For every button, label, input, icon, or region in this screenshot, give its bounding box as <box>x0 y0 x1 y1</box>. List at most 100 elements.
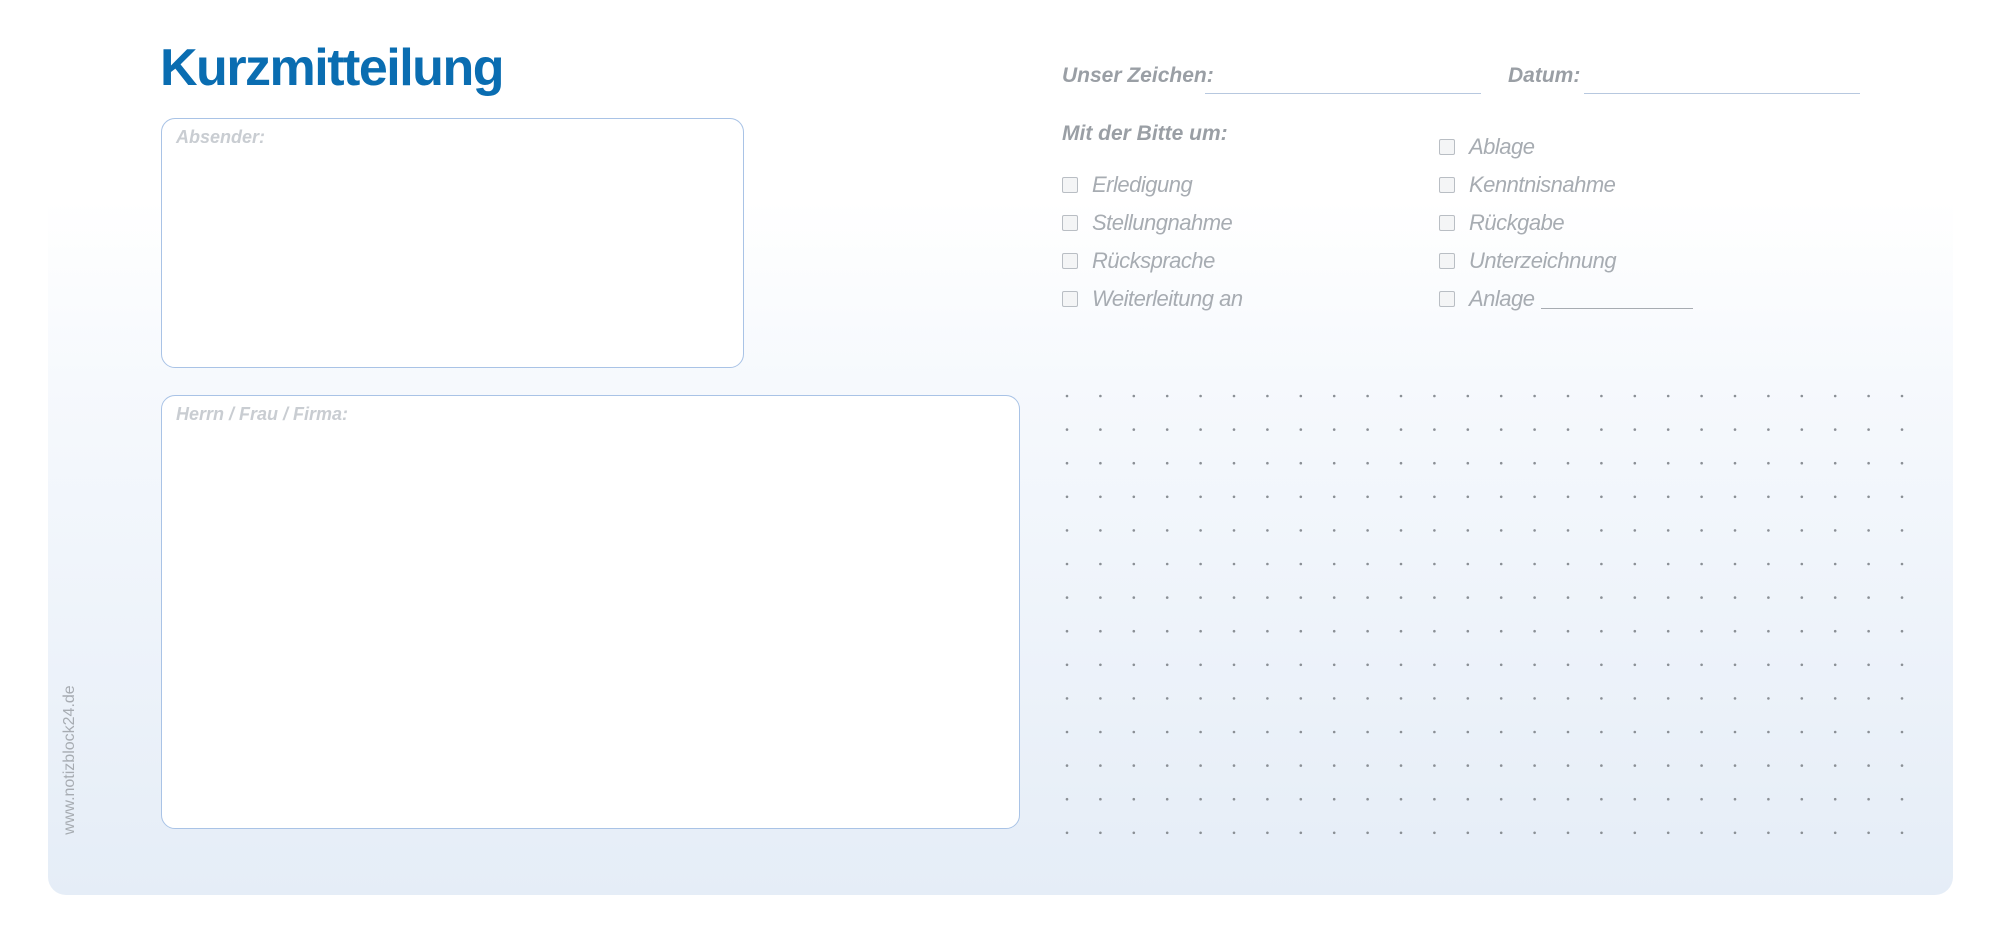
grid-dot <box>1433 394 1436 398</box>
grid-dot <box>1399 428 1403 431</box>
grid-dot <box>1600 697 1603 700</box>
grid-dot <box>1199 529 1202 532</box>
grid-dot <box>1332 529 1336 532</box>
grid-dot <box>1132 562 1136 566</box>
grid-dot <box>1600 764 1603 767</box>
grid-dot <box>1399 461 1403 465</box>
grid-dot <box>1900 629 1904 633</box>
grid-dot <box>1867 663 1870 667</box>
grid-dot <box>1633 562 1637 566</box>
grid-dot <box>1232 730 1236 734</box>
grid-dot <box>1633 831 1637 835</box>
grid-dot <box>1433 831 1436 835</box>
grid-dot <box>1332 697 1336 700</box>
grid-dot <box>1132 730 1136 734</box>
grid-dot <box>1666 663 1670 667</box>
grid-dot <box>1533 596 1536 599</box>
grid-dot <box>1900 831 1904 835</box>
grid-dot <box>1566 596 1570 599</box>
grid-dot <box>1466 697 1470 700</box>
grid-dot <box>1299 730 1303 734</box>
grid-dot <box>1666 697 1670 700</box>
grid-dot <box>1466 394 1470 398</box>
grid-dot <box>1366 562 1369 566</box>
grid-dot <box>1666 428 1670 431</box>
grid-dot <box>1433 797 1436 801</box>
grid-dot <box>1867 529 1870 532</box>
grid-dot <box>1466 461 1470 465</box>
grid-dot <box>1900 663 1904 667</box>
grid-dot <box>1867 428 1870 431</box>
grid-dot <box>1633 730 1637 734</box>
grid-dot <box>1299 797 1303 801</box>
grid-dot <box>1800 495 1804 499</box>
grid-dot <box>1733 697 1737 700</box>
grid-dot <box>1099 596 1102 599</box>
grid-dot <box>1600 831 1603 835</box>
grid-dot <box>1466 529 1470 532</box>
grid-dot <box>1065 730 1069 734</box>
grid-dot <box>1299 831 1303 835</box>
grid-dot <box>1433 697 1436 700</box>
grid-dot <box>1366 529 1369 532</box>
grid-dot <box>1266 394 1269 398</box>
grid-dot <box>1833 529 1837 532</box>
grid-dot <box>1700 697 1703 700</box>
grid-dot <box>1833 663 1837 667</box>
grid-dot <box>1433 529 1436 532</box>
grid-dot <box>1266 562 1269 566</box>
grid-dot <box>1433 730 1436 734</box>
grid-dot <box>1633 394 1637 398</box>
grid-dot <box>1900 697 1904 700</box>
grid-dot <box>1232 764 1236 767</box>
grid-dot <box>1266 596 1269 599</box>
grid-dot <box>1299 495 1303 499</box>
grid-dot <box>1867 394 1870 398</box>
grid-dot <box>1566 428 1570 431</box>
grid-dot <box>1399 495 1403 499</box>
grid-dot <box>1833 394 1837 398</box>
grid-dot <box>1533 629 1536 633</box>
grid-dot <box>1867 730 1870 734</box>
grid-dot <box>1499 663 1503 667</box>
grid-dot <box>1533 428 1536 431</box>
grid-dot <box>1666 831 1670 835</box>
grid-dot <box>1733 764 1737 767</box>
grid-dot <box>1199 663 1202 667</box>
grid-dot <box>1065 629 1069 633</box>
grid-dot <box>1065 663 1069 667</box>
grid-dot <box>1232 495 1236 499</box>
grid-dot <box>1433 428 1436 431</box>
grid-dot <box>1299 629 1303 633</box>
grid-dot <box>1132 831 1136 835</box>
grid-dot <box>1800 831 1804 835</box>
grid-dot <box>1533 562 1536 566</box>
grid-dot <box>1199 596 1202 599</box>
grid-dot <box>1466 831 1470 835</box>
grid-dot <box>1099 495 1102 499</box>
grid-dot <box>1165 764 1169 767</box>
grid-dot <box>1666 529 1670 532</box>
grid-dot <box>1299 764 1303 767</box>
grid-dot <box>1733 596 1737 599</box>
grid-dot <box>1433 663 1436 667</box>
grid-dot <box>1833 428 1837 431</box>
grid-dot <box>1466 495 1470 499</box>
grid-dot <box>1065 697 1069 700</box>
grid-dot <box>1065 529 1069 532</box>
grid-dot <box>1466 428 1470 431</box>
grid-dot <box>1867 495 1870 499</box>
grid-dot <box>1900 562 1904 566</box>
dot-grid[interactable] <box>0 0 2000 943</box>
grid-dot <box>1700 495 1703 499</box>
grid-dot <box>1399 596 1403 599</box>
grid-dot <box>1800 663 1804 667</box>
grid-dot <box>1566 461 1570 465</box>
grid-dot <box>1800 428 1804 431</box>
grid-dot <box>1666 764 1670 767</box>
grid-dot <box>1466 764 1470 767</box>
grid-dot <box>1867 797 1870 801</box>
grid-dot <box>1232 831 1236 835</box>
grid-dot <box>1833 797 1837 801</box>
grid-dot <box>1633 495 1637 499</box>
